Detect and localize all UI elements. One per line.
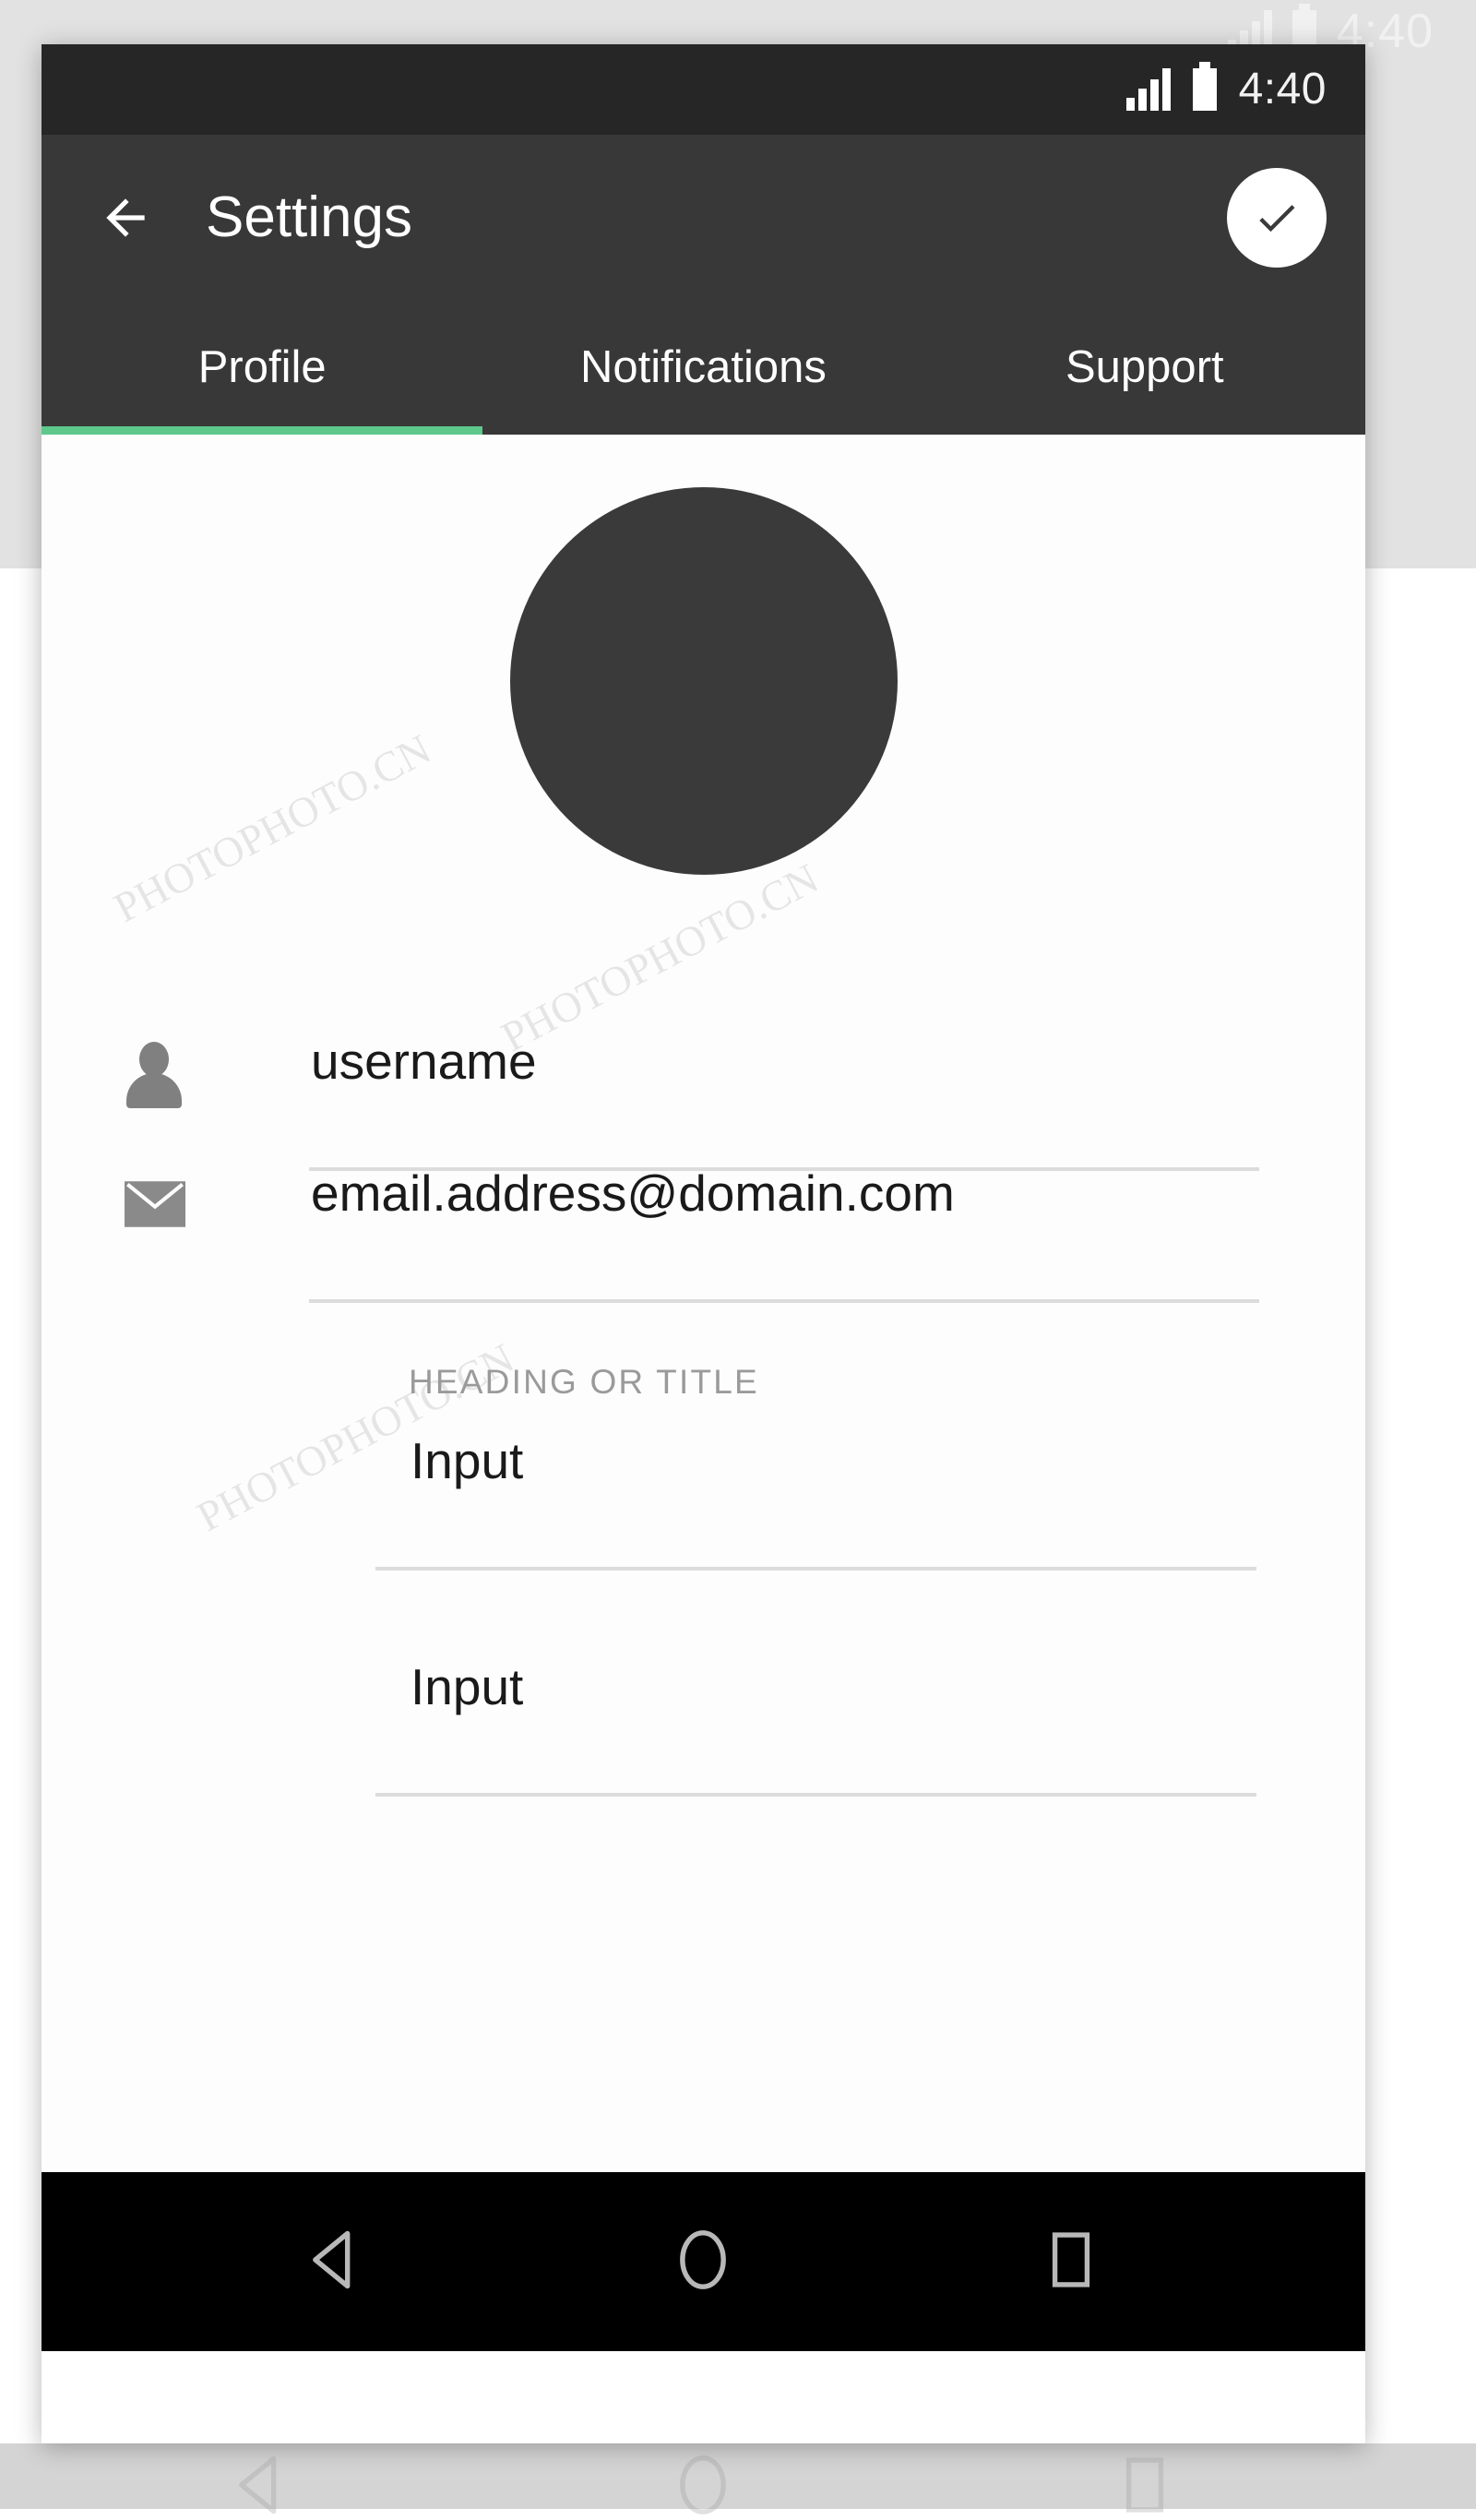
phone-screen: 4:40 Settings Profile Notifications Supp…	[42, 44, 1365, 2443]
app-bar: Settings	[42, 135, 1365, 301]
signal-bars-icon	[1125, 68, 1171, 111]
input-1[interactable]: Input	[411, 1436, 523, 1487]
nav-back-button[interactable]	[301, 2225, 371, 2299]
tab-notifications[interactable]: Notifications	[482, 345, 923, 390]
profile-avatar-placeholder[interactable]	[509, 487, 898, 875]
tab-bar: Profile Notifications Support	[42, 301, 1365, 435]
battery-icon	[1192, 62, 1217, 111]
check-icon	[1259, 205, 1295, 233]
input-2[interactable]: Input	[411, 1662, 523, 1713]
circle-home-icon	[680, 2229, 727, 2289]
tab-profile[interactable]: Profile	[42, 345, 482, 390]
email-field-row: email.address@domain.com	[42, 1168, 1365, 1303]
page-title: Settings	[206, 185, 413, 249]
triangle-back-icon	[313, 2230, 351, 2288]
android-nav-bar	[42, 2172, 1365, 2351]
input-1-underline	[375, 1567, 1256, 1571]
confirm-button[interactable]	[1227, 168, 1327, 268]
tab-active-indicator	[42, 426, 483, 435]
email-underline	[309, 1299, 1259, 1303]
mail-icon	[125, 1181, 189, 1246]
profile-content: PHOTOPHOTO.CN PHOTOPHOTO.CN PHOTOPHOTO.C…	[42, 435, 1365, 2172]
nav-recents-button[interactable]	[1036, 2225, 1106, 2299]
ghost-triangle-back-icon	[239, 2455, 277, 2514]
username-input[interactable]: username	[311, 1036, 537, 1087]
tab-support[interactable]: Support	[924, 345, 1365, 390]
input-1-row: Input	[42, 1436, 1365, 1571]
ghost-circle-home-icon	[680, 2455, 727, 2514]
section-heading: HEADING OR TITLE	[409, 1363, 759, 1401]
input-2-underline	[375, 1793, 1256, 1797]
status-bar: 4:40	[42, 44, 1365, 135]
status-bar-time: 4:40	[1238, 65, 1327, 113]
email-input[interactable]: email.address@domain.com	[311, 1168, 955, 1219]
person-icon	[125, 1042, 189, 1108]
square-recents-icon	[1052, 2231, 1089, 2287]
watermark: PHOTOPHOTO.CN	[106, 724, 439, 932]
ghost-android-nav-bar	[42, 2450, 1365, 2514]
watermark: PHOTOPHOTO.CN	[494, 854, 827, 1061]
back-arrow-icon[interactable]	[97, 189, 154, 246]
ghost-square-recents-icon	[1125, 2457, 1163, 2513]
username-field-row: username	[42, 1036, 1365, 1171]
input-2-row: Input	[42, 1662, 1365, 1797]
nav-home-button[interactable]	[668, 2225, 738, 2299]
